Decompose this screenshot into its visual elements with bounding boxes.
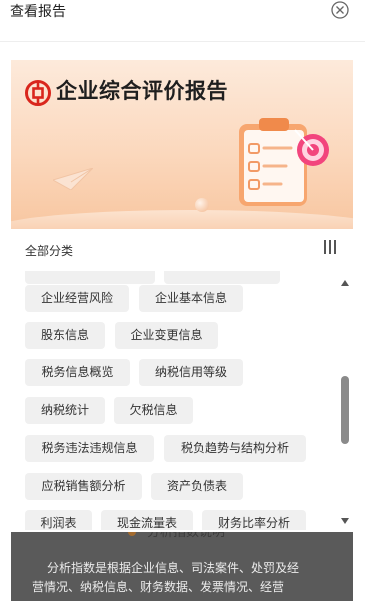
category-tag[interactable]: 纳税统计 (25, 397, 105, 424)
category-tag[interactable] (25, 271, 155, 284)
category-tag[interactable]: 利润表 (25, 510, 92, 530)
bank-logo-icon (25, 80, 51, 106)
category-tag[interactable]: 财务比率分析 (202, 510, 306, 530)
decorative-ball (195, 198, 209, 212)
list-toggle-icon[interactable] (323, 239, 337, 255)
category-tag[interactable]: 现金流量表 (101, 510, 193, 530)
page-title: 查看报告 (10, 4, 66, 20)
scroll-thumb[interactable] (341, 376, 349, 444)
category-tag[interactable]: 股东信息 (25, 322, 105, 349)
subtitle-marker (128, 532, 136, 536)
index-description-panel: 分析指数说明 分析指数是根据企业信息、司法案件、处罚及经 营情况、纳税信息、财务… (11, 532, 353, 601)
category-section-label: 全部分类 (25, 244, 74, 258)
tag-list-scrollbar[interactable] (338, 278, 352, 528)
category-tag[interactable]: 企业基本信息 (139, 285, 243, 312)
category-tag[interactable] (164, 271, 280, 284)
clipboard-illustration (239, 118, 329, 206)
category-tag[interactable]: 欠税信息 (114, 397, 193, 424)
category-tag[interactable]: 应税销售额分析 (25, 473, 142, 500)
category-tag[interactable]: 企业经营风险 (25, 285, 129, 312)
category-tag[interactable]: 资产负债表 (151, 473, 243, 500)
category-tag[interactable]: 企业变更信息 (115, 322, 218, 349)
description-text-line: 营情况、纳税信息、财务数据、发票情况、经营 (32, 580, 285, 594)
category-tag[interactable]: 税负趋势与结构分析 (164, 435, 306, 462)
category-tag[interactable]: 税务违法违规信息 (25, 435, 154, 462)
category-tag[interactable]: 纳税信用等级 (139, 359, 243, 386)
close-icon[interactable] (331, 1, 349, 19)
category-tag[interactable]: 税务信息概览 (25, 359, 130, 386)
scroll-down-icon[interactable] (341, 518, 349, 524)
header: 查看报告 (0, 0, 365, 42)
paper-plane-icon (53, 168, 93, 190)
description-subtitle: 分析指数说明 (147, 532, 226, 540)
description-text-line: 分析指数是根据企业信息、司法案件、处罚及经 (47, 561, 300, 575)
banner-title: 企业综合评价报告 (56, 79, 228, 103)
scroll-up-icon[interactable] (341, 280, 349, 286)
report-banner: 企业综合评价报告 (11, 60, 353, 229)
category-tag-list: 企业经营风险 企业基本信息 股东信息 企业变更信息 税务信息概览 纳税信用等级 … (25, 271, 335, 530)
